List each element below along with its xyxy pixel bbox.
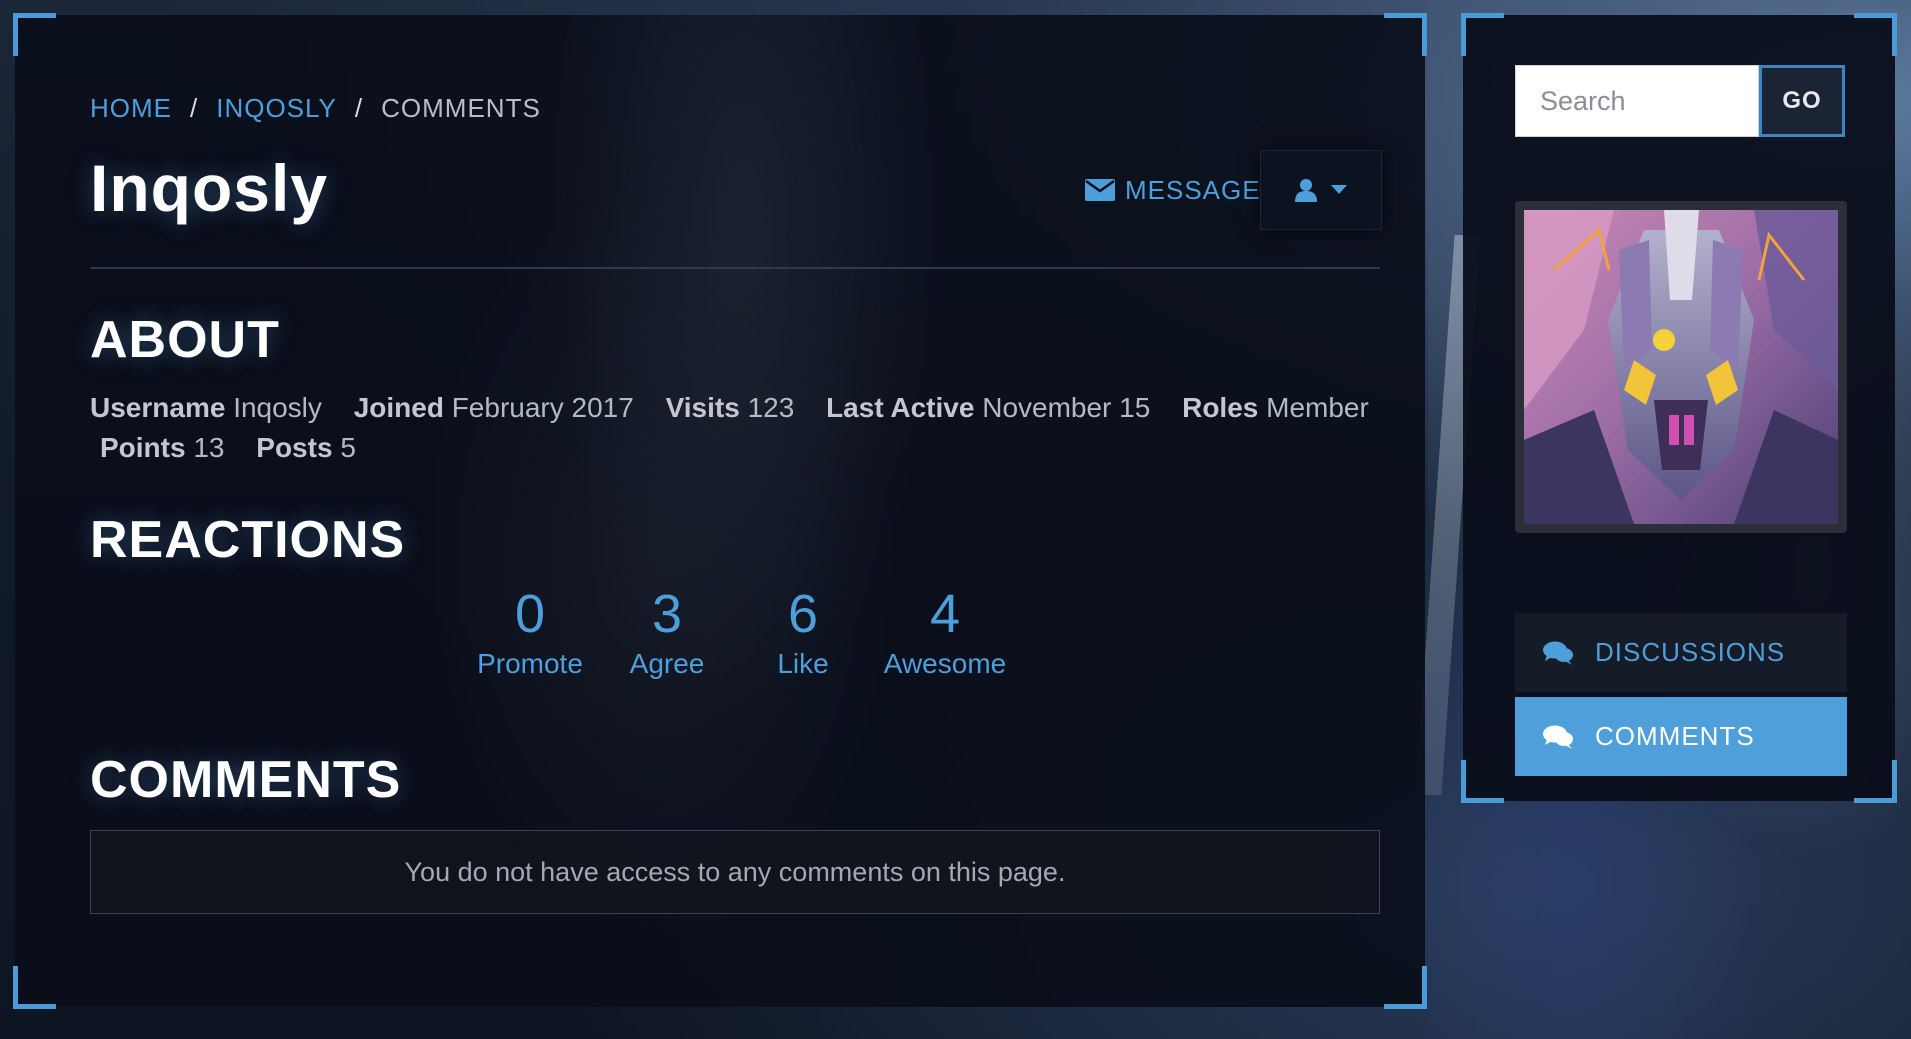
- profile-panel: Home / Inqosly / Comments Inqosly Message Ab…: [13, 13, 1427, 1009]
- stat-label: Visits: [665, 392, 740, 423]
- frame-corner: [13, 966, 56, 1009]
- breadcrumb-home-link[interactable]: Home: [90, 93, 172, 123]
- frame-corner: [1854, 760, 1897, 803]
- reaction-like[interactable]: 6 Like: [748, 587, 858, 681]
- breadcrumb-user-link[interactable]: Inqosly: [216, 93, 337, 123]
- stat-label: Points: [100, 432, 186, 463]
- frame-corner: [1461, 13, 1504, 56]
- frame-corner: [1384, 966, 1427, 1009]
- stat-label: Username: [90, 392, 226, 423]
- search-go-button[interactable]: Go: [1759, 65, 1845, 137]
- message-button[interactable]: Message: [1085, 170, 1261, 210]
- reaction-agree[interactable]: 3 Agree: [612, 587, 722, 681]
- stat-value: November 15: [982, 392, 1151, 423]
- stat-value: 13: [193, 432, 225, 463]
- about-stats-line-1: Username Inqosly Joined February 2017 Vi…: [90, 392, 1393, 424]
- frame-corner: [1384, 13, 1427, 56]
- reaction-label: Promote: [477, 648, 583, 679]
- reaction-count: 6: [787, 584, 819, 644]
- page-title: Inqosly: [90, 151, 329, 225]
- stat-joined: Joined February 2017: [354, 392, 634, 423]
- sidebar-item-label: Discussions: [1595, 637, 1786, 667]
- avatar: [1515, 201, 1847, 533]
- search-input[interactable]: [1515, 65, 1759, 137]
- frame-corner: [13, 13, 56, 56]
- avatar-image: [1524, 210, 1838, 524]
- message-label: Message: [1125, 174, 1261, 205]
- caret-down-icon: [1331, 185, 1347, 194]
- comments-icon: [1543, 641, 1573, 665]
- reaction-label: Like: [777, 648, 829, 679]
- stat-posts: Posts 5: [256, 432, 356, 463]
- user-icon: [1295, 179, 1317, 202]
- stat-visits: Visits 123: [666, 392, 795, 423]
- comments-icon: [1543, 725, 1573, 749]
- stat-label: Posts: [256, 432, 333, 463]
- breadcrumb-separator: /: [354, 93, 364, 123]
- reactions-heading: Reactions: [90, 511, 406, 569]
- sidebar-item-label: Comments: [1595, 721, 1755, 751]
- reaction-label: Agree: [629, 648, 705, 679]
- sidebar-item-discussions[interactable]: Discussions: [1515, 613, 1847, 692]
- frame-corner: [1854, 13, 1897, 56]
- stat-value: 123: [747, 392, 795, 423]
- stat-username: Username Inqosly: [90, 392, 322, 423]
- stat-value: Inqosly: [233, 392, 322, 423]
- stat-label: Roles: [1182, 392, 1259, 423]
- stat-last-active: Last Active November 15: [826, 392, 1150, 423]
- sidebar-panel: Go: [1461, 13, 1897, 803]
- about-heading: About: [90, 311, 280, 369]
- header-divider: [90, 267, 1380, 269]
- stat-points: Points 13: [100, 432, 225, 463]
- stat-value: 5: [340, 432, 356, 463]
- breadcrumb-current: Comments: [381, 93, 541, 123]
- comments-notice-text: You do not have access to any comments o…: [404, 856, 1066, 887]
- reaction-label: Awesome: [883, 648, 1007, 679]
- sidebar-item-comments[interactable]: Comments: [1515, 697, 1847, 776]
- stat-value: Member: [1266, 392, 1369, 423]
- reaction-promote[interactable]: 0 Promote: [470, 587, 590, 681]
- envelope-icon: [1085, 179, 1115, 201]
- stat-roles: Roles Member: [1182, 392, 1369, 423]
- about-stats-line-2: Points 13 Posts 5: [100, 432, 380, 464]
- user-options-dropdown[interactable]: [1260, 150, 1382, 230]
- breadcrumb-separator: /: [190, 93, 199, 123]
- stat-label: Joined: [353, 392, 444, 423]
- stat-value: February 2017: [451, 392, 634, 423]
- reaction-count: 4: [929, 584, 961, 644]
- stat-label: Last Active: [826, 392, 975, 423]
- comments-notice: You do not have access to any comments o…: [90, 830, 1380, 914]
- frame-corner: [1461, 760, 1504, 803]
- breadcrumb: Home / Inqosly / Comments: [90, 93, 541, 124]
- comments-heading: Comments: [90, 751, 402, 809]
- reaction-awesome[interactable]: 4 Awesome: [875, 587, 1015, 681]
- reaction-count: 0: [514, 584, 546, 644]
- go-label: Go: [1782, 87, 1822, 114]
- reaction-count: 3: [651, 584, 683, 644]
